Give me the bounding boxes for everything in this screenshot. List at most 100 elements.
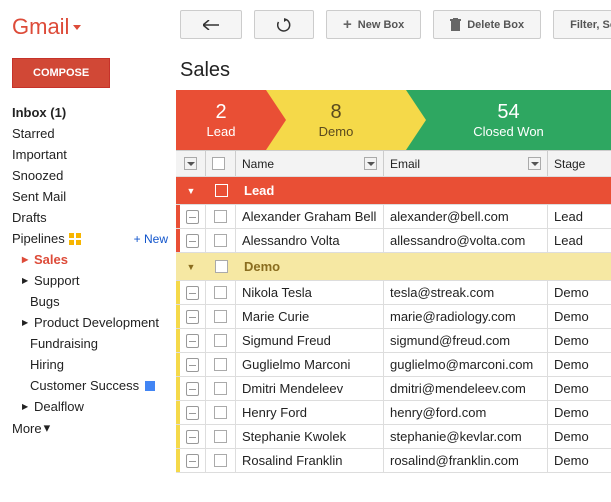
cell-email[interactable]: dmitri@mendeleev.com [384,377,548,400]
nav-important[interactable]: Important [12,144,176,165]
row-handle-icon[interactable] [176,353,206,376]
cell-name[interactable]: Rosalind Franklin [236,449,384,472]
column-header-email[interactable]: Email [384,151,548,176]
row-checkbox[interactable] [214,358,227,371]
row-handle-icon[interactable] [176,401,206,424]
group-header-lead[interactable]: ▼ Lead [176,177,611,205]
nav-hiring[interactable]: Hiring [12,354,176,375]
new-box-button[interactable]: + New Box [326,10,421,39]
nav-sent[interactable]: Sent Mail [12,186,176,207]
row-checkbox[interactable] [214,334,227,347]
cell-email[interactable]: sigmund@freud.com [384,329,548,352]
column-header-name[interactable]: Name [236,151,384,176]
nav-bugs[interactable]: Bugs [12,291,176,312]
cell-name[interactable]: Marie Curie [236,305,384,328]
nav-dealflow[interactable]: ▶Dealflow [12,396,176,417]
select-all-dropdown[interactable] [176,151,206,176]
cell-stage[interactable]: Demo [548,353,611,376]
table-row[interactable]: Rosalind Franklin rosalind@franklin.com … [176,449,611,473]
stage-demo[interactable]: 8 Demo [266,90,406,150]
row-handle-icon[interactable] [176,449,206,472]
nav-sales[interactable]: ▶Sales [12,249,176,270]
cell-email[interactable]: rosalind@franklin.com [384,449,548,472]
new-pipeline-link[interactable]: + New [134,232,168,246]
table-row[interactable]: Marie Curie marie@radiology.com Demo [176,305,611,329]
row-checkbox[interactable] [214,382,227,395]
nav-drafts[interactable]: Drafts [12,207,176,228]
nav-more[interactable]: More ▾ [12,417,176,439]
row-handle-icon[interactable] [176,205,206,228]
nav-inbox[interactable]: Inbox (1) [12,102,176,123]
filter-sort-button[interactable]: Filter, Sort, [553,10,611,39]
row-checkbox[interactable] [214,310,227,323]
logo[interactable]: Gmail [12,14,69,40]
row-checkbox[interactable] [214,286,227,299]
collapse-caret-icon[interactable]: ▼ [176,186,206,196]
nav-starred[interactable]: Starred [12,123,176,144]
stage-closedwon[interactable]: 54 Closed Won [406,90,611,150]
cell-email[interactable]: stephanie@kevlar.com [384,425,548,448]
row-checkbox[interactable] [214,210,227,223]
cell-email[interactable]: henry@ford.com [384,401,548,424]
table-row[interactable]: Dmitri Mendeleev dmitri@mendeleev.com De… [176,377,611,401]
cell-stage[interactable]: Demo [548,449,611,472]
table-row[interactable]: Guglielmo Marconi guglielmo@marconi.com … [176,353,611,377]
cell-name[interactable]: Nikola Tesla [236,281,384,304]
group-checkbox[interactable] [215,260,228,273]
cell-stage[interactable]: Demo [548,377,611,400]
nav-fundraising[interactable]: Fundraising [12,333,176,354]
group-checkbox[interactable] [215,184,228,197]
cell-stage[interactable]: Demo [548,329,611,352]
row-handle-icon[interactable] [176,229,206,252]
cell-name[interactable]: Sigmund Freud [236,329,384,352]
cell-stage[interactable]: Lead [548,205,611,228]
cell-email[interactable]: marie@radiology.com [384,305,548,328]
column-header-stage[interactable]: Stage [548,151,611,176]
cell-name[interactable]: Guglielmo Marconi [236,353,384,376]
cell-name[interactable]: Stephanie Kwolek [236,425,384,448]
select-all-checkbox[interactable] [206,151,236,176]
nav-customersuccess[interactable]: Customer Success [12,375,176,396]
nav-productdev[interactable]: ▶Product Development [12,312,176,333]
cell-email[interactable]: tesla@streak.com [384,281,548,304]
row-checkbox[interactable] [214,406,227,419]
cell-email[interactable]: allessandro@volta.com [384,229,548,252]
group-header-demo[interactable]: ▼ Demo [176,253,611,281]
nav-snoozed[interactable]: Snoozed [12,165,176,186]
row-handle-icon[interactable] [176,329,206,352]
row-handle-icon[interactable] [176,377,206,400]
cell-name[interactable]: Henry Ford [236,401,384,424]
collapse-caret-icon[interactable]: ▼ [176,262,206,272]
table-row[interactable]: Sigmund Freud sigmund@freud.com Demo [176,329,611,353]
table-row[interactable]: Stephanie Kwolek stephanie@kevlar.com De… [176,425,611,449]
color-tag-icon [145,381,155,391]
cell-stage[interactable]: Demo [548,305,611,328]
logo-dropdown-caret-icon[interactable] [73,25,81,30]
compose-button[interactable]: COMPOSE [12,58,110,88]
table-row[interactable]: Alexander Graham Bell alexander@bell.com… [176,205,611,229]
refresh-button[interactable] [254,10,314,39]
cell-stage[interactable]: Demo [548,281,611,304]
nav-support[interactable]: ▶Support [12,270,176,291]
row-checkbox[interactable] [214,430,227,443]
cell-stage[interactable]: Demo [548,401,611,424]
cell-name[interactable]: Dmitri Mendeleev [236,377,384,400]
delete-box-button[interactable]: Delete Box [433,10,541,39]
cell-name[interactable]: Alexander Graham Bell [236,205,384,228]
cell-stage[interactable]: Lead [548,229,611,252]
row-handle-icon[interactable] [176,281,206,304]
row-checkbox[interactable] [214,234,227,247]
nav-pipelines[interactable]: Pipelines + New [12,228,176,249]
cell-email[interactable]: alexander@bell.com [384,205,548,228]
table-row[interactable]: Nikola Tesla tesla@streak.com Demo [176,281,611,305]
back-button[interactable] [180,10,242,39]
cell-name[interactable]: Alessandro Volta [236,229,384,252]
cell-stage[interactable]: Demo [548,425,611,448]
table-row[interactable]: Henry Ford henry@ford.com Demo [176,401,611,425]
row-checkbox[interactable] [214,454,227,467]
stage-lead[interactable]: 2 Lead [176,90,266,150]
cell-email[interactable]: guglielmo@marconi.com [384,353,548,376]
row-handle-icon[interactable] [176,305,206,328]
row-handle-icon[interactable] [176,425,206,448]
table-row[interactable]: Alessandro Volta allessandro@volta.com L… [176,229,611,253]
